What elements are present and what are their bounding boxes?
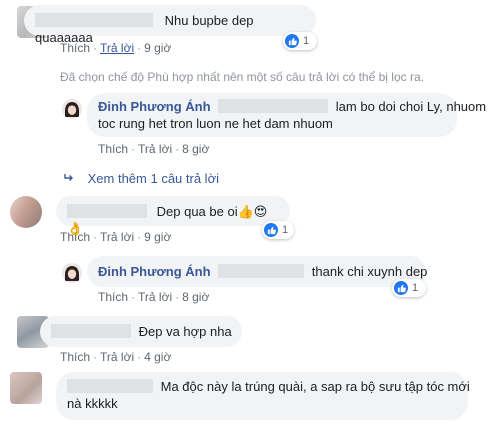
reply-button[interactable]: Trả lời xyxy=(138,290,172,304)
reply-author-avatar[interactable] xyxy=(62,263,82,283)
commenter-avatar[interactable] xyxy=(10,196,42,228)
comment-actions: Thích · Trả lời · 4 giờ xyxy=(60,350,172,364)
redacted-author-name xyxy=(67,379,153,393)
comment-time[interactable]: 9 giờ xyxy=(144,230,171,244)
comment-actions: Thích · Trả lời · 9 giờ xyxy=(60,230,172,244)
redacted-author-name xyxy=(35,13,153,27)
reply-actions: Thích · Trả lời · 8 giờ xyxy=(98,142,210,156)
reply-button[interactable]: Trả lời xyxy=(100,230,134,244)
view-more-replies-link[interactable]: Xem thêm 1 câu trả lời xyxy=(64,171,219,186)
comment-time[interactable]: 9 giờ xyxy=(144,41,171,55)
redacted-author-name xyxy=(67,204,147,218)
like-button[interactable]: Thích xyxy=(60,41,90,55)
like-reaction-icon xyxy=(264,223,278,237)
like-button[interactable]: Thích xyxy=(98,290,128,304)
reply-bubble: Đinh Phương Ánh thank chi xuynh dep xyxy=(87,256,428,287)
reply-button[interactable]: Trả lời xyxy=(138,142,172,156)
reaction-count[interactable]: 1 xyxy=(283,32,317,50)
filter-notice: Đã chọn chế độ Phù hợp nhất nên một số c… xyxy=(60,70,424,84)
reply-author-avatar[interactable] xyxy=(62,99,82,119)
reply-button[interactable]: Trả lời xyxy=(100,41,134,55)
comment-text: Đep va hợp nha xyxy=(138,324,232,339)
reply-arrow-icon xyxy=(64,171,78,186)
comment-text-line2: nà kkkkk xyxy=(67,396,118,411)
comment-bubble: Nhu bupbe dep quaaaaaa xyxy=(24,5,316,45)
like-reaction-icon xyxy=(394,281,408,295)
profile-photo-icon xyxy=(62,263,82,283)
like-button[interactable]: Thích xyxy=(60,230,90,244)
reply-author-name[interactable]: Đinh Phương Ánh xyxy=(98,264,211,279)
reply-time[interactable]: 8 giờ xyxy=(182,290,209,304)
redacted-author-name xyxy=(51,324,131,338)
reply-bubble: Đinh Phương Ánh lam bo doi choi Ly, nhuo… xyxy=(87,93,486,137)
redacted-text xyxy=(218,264,305,278)
comment-bubble: Đep va hợp nha xyxy=(40,316,242,347)
like-button[interactable]: Thích xyxy=(98,142,128,156)
reply-text: thank chi xuynh dep xyxy=(311,264,428,279)
reply-button[interactable]: Trả lời xyxy=(100,350,134,364)
reaction-count[interactable]: 1 xyxy=(262,221,294,239)
comment-time[interactable]: 4 giờ xyxy=(144,350,171,364)
reply-text-line1: lam bo doi choi Ly, nhuom xyxy=(335,99,487,114)
reply-time[interactable]: 8 giờ xyxy=(182,142,209,156)
comment-bubble: Ma độc này la trúng quài, a sap ra bộ sư… xyxy=(56,372,470,420)
like-reaction-icon xyxy=(285,34,299,48)
reply-author-name[interactable]: Đinh Phương Ánh xyxy=(98,99,211,114)
reply-text-line2: toc rung het tron luon ne het dam nhuom xyxy=(98,116,333,131)
comment-text: Dep qua be oi xyxy=(156,204,238,219)
comment-actions: Thích · Trả lời · 9 giờ xyxy=(60,41,172,55)
reply-actions: Thích · Trả lời · 8 giờ xyxy=(98,290,210,304)
reaction-count[interactable]: 1 xyxy=(392,279,426,297)
like-button[interactable]: Thích xyxy=(60,350,90,364)
comment-bubble: Dep qua be oi👍😍👌 xyxy=(56,196,290,236)
profile-photo-icon xyxy=(62,99,82,119)
commenter-avatar[interactable] xyxy=(10,372,42,404)
comment-text-line1: Ma độc này la trúng quài, a sap ra bộ sư… xyxy=(160,379,470,394)
redacted-text xyxy=(218,99,329,113)
